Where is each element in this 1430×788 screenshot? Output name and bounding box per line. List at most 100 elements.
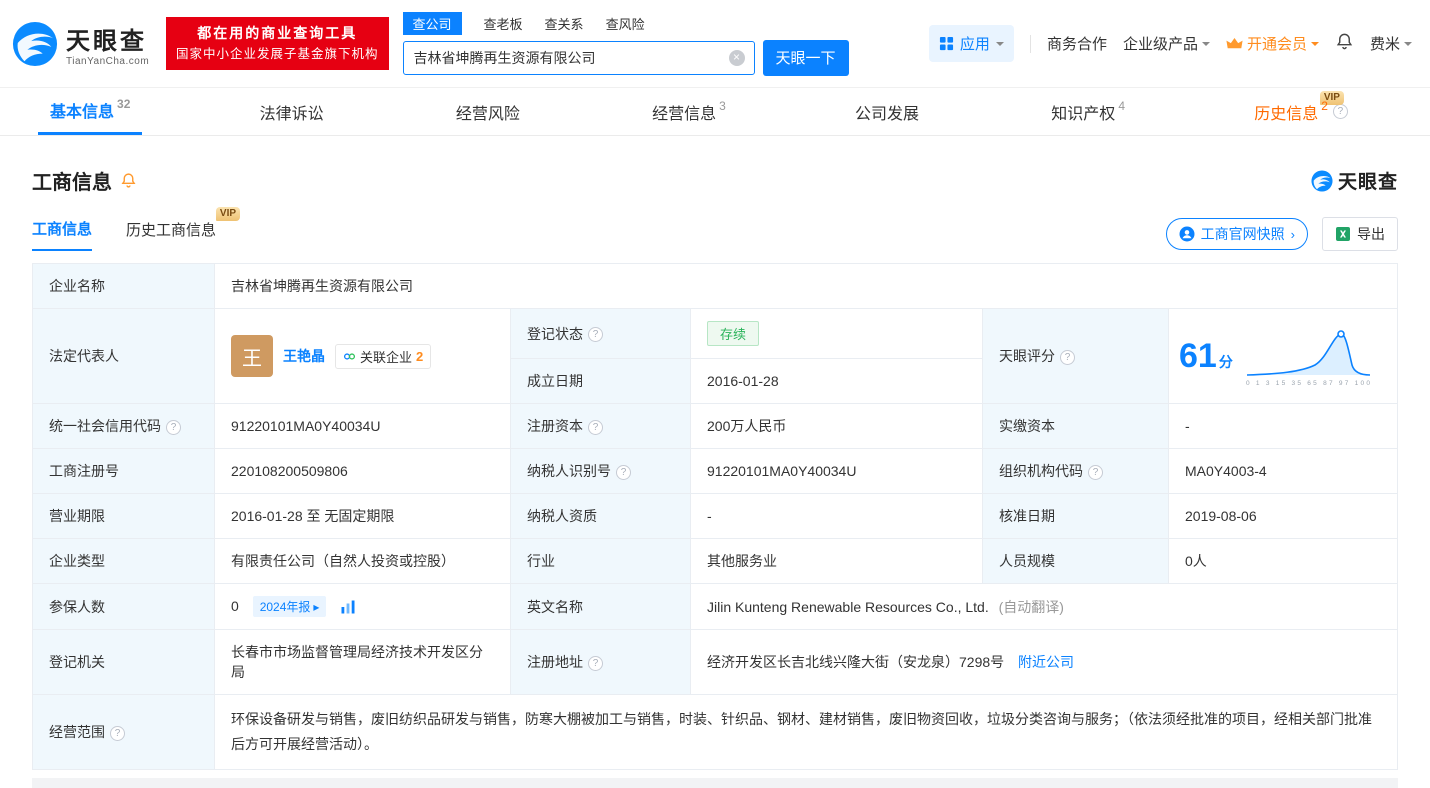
trend-chart-icon[interactable]	[340, 599, 356, 615]
export-button[interactable]: 导出	[1322, 217, 1398, 251]
field-label: 天眼评分	[999, 348, 1055, 364]
field-label: 人员规模	[999, 553, 1055, 569]
nav-vip-label: 开通会员	[1247, 33, 1307, 54]
table-row: 统一社会信用代码? 91220101MA0Y40034U 注册资本? 200万人…	[33, 404, 1398, 449]
promo-banner: 都在用的商业查询工具 国家中小企业发展子基金旗下机构	[166, 17, 389, 70]
export-excel-icon	[1335, 226, 1351, 242]
search-input[interactable]	[403, 41, 755, 75]
table-row: 登记机关 长春市市场监督管理局经济技术开发区分局 注册地址? 经济开发区长吉北线…	[33, 630, 1398, 695]
clear-icon[interactable]: ×	[729, 50, 745, 66]
tab-operation-risk[interactable]: 经营风险	[444, 88, 535, 135]
credit-code-value: 91220101MA0Y40034U	[215, 404, 511, 449]
field-label: 注册资本	[527, 418, 583, 434]
score-distribution-chart: 0 1 3 15 35 65 87 97 100	[1243, 325, 1373, 387]
insured-count-cell: 0 2024年报 ▸	[215, 584, 511, 630]
related-company-icon	[343, 350, 356, 363]
legal-rep-name-link[interactable]: 王艳晶	[283, 346, 325, 366]
tab-company-development[interactable]: 公司发展	[843, 88, 934, 135]
subtab-business-info[interactable]: 工商信息	[32, 218, 92, 251]
tab-basic-info[interactable]: 基本信息32	[38, 88, 142, 135]
table-row: 参保人数 0 2024年报 ▸ 英文名称 Jilin Kunteng Renew…	[33, 584, 1398, 630]
nav-user[interactable]: 费米	[1370, 33, 1412, 54]
field-label: 实缴资本	[999, 418, 1055, 434]
field-label: 纳税人识别号	[527, 463, 611, 479]
help-icon[interactable]: ?	[588, 327, 603, 342]
help-icon[interactable]: ?	[1088, 465, 1103, 480]
official-snapshot-button[interactable]: 工商官网快照 ›	[1166, 218, 1308, 250]
annual-report-badge[interactable]: 2024年报 ▸	[253, 596, 327, 617]
help-icon[interactable]: ?	[1060, 350, 1075, 365]
tianyancha-logo[interactable]: 天眼查 TianYanCha.com	[12, 21, 162, 67]
legal-rep-label: 法定代表人	[33, 309, 215, 404]
top-header: 天眼查 TianYanCha.com 都在用的商业查询工具 国家中小企业发展子基…	[0, 0, 1430, 88]
subscribe-bell-icon[interactable]	[120, 172, 137, 189]
nav-business-cooperation[interactable]: 商务合作	[1047, 33, 1107, 54]
tab-label: 历史信息	[1254, 100, 1318, 124]
caret-down-icon	[1202, 42, 1210, 50]
reg-capital-value: 200万人民币	[691, 404, 983, 449]
field-label: 组织机构代码	[999, 463, 1083, 479]
legal-rep-cell: 王 王艳晶 关联企业 2	[215, 309, 511, 404]
industry-label: 行业	[511, 539, 691, 584]
promo-line2: 国家中小企业发展子基金旗下机构	[176, 45, 379, 64]
english-name-label: 英文名称	[511, 584, 691, 630]
top-right-nav: 应用 商务合作 企业级产品 开通会员 费米	[929, 25, 1418, 62]
tianyancha-logo-icon	[12, 21, 58, 67]
tab-count: 4	[1118, 99, 1125, 113]
tab-label: 知识产权	[1051, 100, 1115, 124]
table-row: 企业名称 吉林省坤腾再生资源有限公司	[33, 264, 1398, 309]
search-button[interactable]: 天眼一下	[763, 40, 849, 76]
staff-size-value: 0人	[1169, 539, 1398, 584]
search-tab-relation[interactable]: 查关系	[545, 12, 584, 35]
related-companies-tag[interactable]: 关联企业 2	[335, 344, 431, 369]
apps-button[interactable]: 应用	[929, 25, 1014, 62]
tab-operation-info[interactable]: 经营信息3	[640, 88, 738, 135]
subtab-actions: 工商官网快照 › 导出	[1166, 217, 1398, 251]
related-count: 2	[416, 349, 423, 364]
score-axis-ticks: 0 1 3 15 35 65 87 97 100	[1246, 380, 1370, 387]
subtab-history-business-info[interactable]: VIP 历史工商信息	[126, 219, 216, 250]
vip-badge: VIP	[216, 207, 240, 221]
help-icon[interactable]: ?	[1333, 104, 1348, 119]
help-icon[interactable]: ?	[166, 420, 181, 435]
english-name-value: Jilin Kunteng Renewable Resources Co., L…	[707, 599, 989, 615]
legal-rep-avatar[interactable]: 王	[231, 335, 273, 377]
credit-code-label: 统一社会信用代码?	[33, 404, 215, 449]
tab-count: 32	[117, 97, 130, 111]
field-label: 统一社会信用代码	[49, 418, 161, 434]
taxpayer-id-label: 纳税人识别号?	[511, 449, 691, 494]
score-value: 61分	[1179, 339, 1233, 373]
field-label: 登记状态	[527, 326, 583, 342]
nearby-companies-link[interactable]: 附近公司	[1018, 654, 1074, 670]
nav-open-vip[interactable]: 开通会员	[1226, 33, 1319, 54]
apps-label: 应用	[960, 33, 990, 54]
business-scope-value: 环保设备研发与销售，废旧纺织品研发与销售，防寒大棚被加工与销售，时装、针织品、钢…	[215, 695, 1398, 770]
main-content: 工商信息 天眼查 工商信息 VIP 历史工商信息	[0, 166, 1430, 788]
search-tab-boss[interactable]: 查老板	[484, 12, 523, 35]
nav-enterprise-products[interactable]: 企业级产品	[1123, 33, 1210, 54]
notification-bell-icon[interactable]	[1335, 32, 1354, 55]
tab-intellectual-property[interactable]: 知识产权4	[1039, 88, 1137, 135]
table-row: 企业类型 有限责任公司（自然人投资或控股） 行业 其他服务业 人员规模 0人	[33, 539, 1398, 584]
chevron-right-icon: ▸	[313, 600, 319, 614]
score-label: 天眼评分?	[983, 309, 1169, 404]
field-label: 核准日期	[999, 508, 1055, 524]
help-icon[interactable]: ?	[616, 465, 631, 480]
field-label: 企业名称	[49, 278, 105, 294]
auto-translate-note: (自动翻译)	[999, 599, 1064, 615]
search-tab-company[interactable]: 查公司	[403, 12, 462, 35]
tianyan-score[interactable]: 61分 0 1 3 15 35 65 87 97 100	[1179, 325, 1387, 387]
help-icon[interactable]: ?	[588, 420, 603, 435]
field-label: 纳税人资质	[527, 508, 597, 524]
reg-authority-value: 长春市市场监督管理局经济技术开发区分局	[215, 630, 511, 695]
logo-text: 天眼查 TianYanCha.com	[66, 21, 149, 67]
tab-history-info[interactable]: VIP 历史信息2 ?	[1242, 88, 1360, 135]
help-icon[interactable]: ?	[110, 726, 125, 741]
tab-legal-litigation[interactable]: 法律诉讼	[248, 88, 339, 135]
nav-user-label: 费米	[1370, 33, 1400, 54]
company-type-label: 企业类型	[33, 539, 215, 584]
english-name-cell: Jilin Kunteng Renewable Resources Co., L…	[691, 584, 1398, 630]
reg-authority-label: 登记机关	[33, 630, 215, 695]
help-icon[interactable]: ?	[588, 656, 603, 671]
search-tab-risk[interactable]: 查风险	[606, 12, 645, 35]
